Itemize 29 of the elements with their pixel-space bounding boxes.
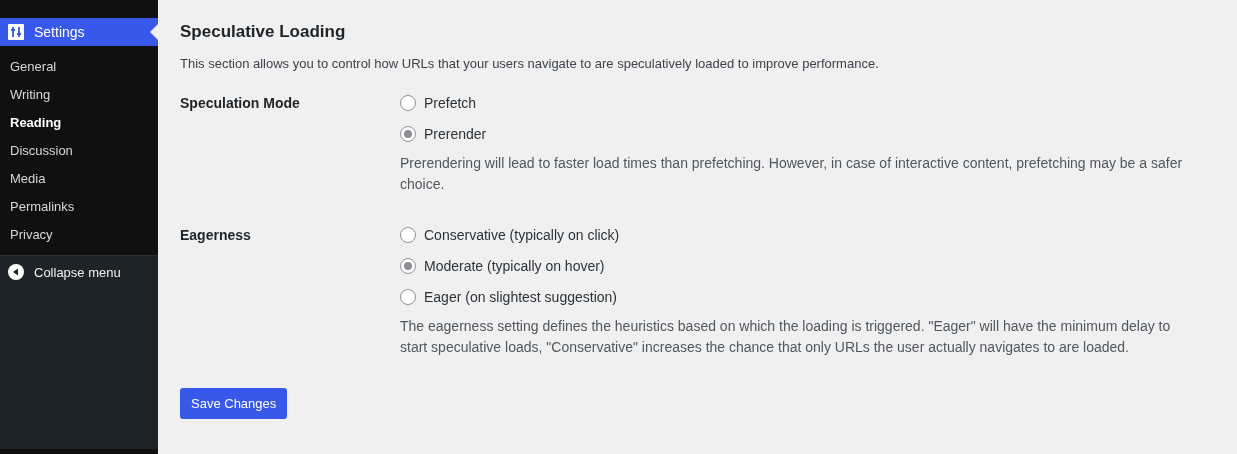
collapse-menu-button[interactable]: Collapse menu [0,256,129,288]
submenu-item[interactable]: Media [0,165,158,193]
help-text: The eagerness setting defines the heuristics based on which the loading is triggered. "Eager" will have the minimum delay to start speculative loads, "Conservative" increases the chance that only URLs the user actually navigates to are loaded. [400,317,1172,357]
radio-button[interactable] [400,226,416,243]
submenu-item[interactable]: Reading [0,109,158,137]
submenu-item[interactable]: General [0,53,158,81]
save-changes-button[interactable]: Save Changes [180,388,288,419]
collapse-icon [8,264,24,280]
submenu-item[interactable]: Permalinks [0,193,158,221]
radio-option[interactable]: Eager (on slightest suggestion) [400,281,617,312]
radio-button[interactable] [400,257,416,274]
radio-option[interactable]: Prerender [400,118,487,149]
section-description: This section allows you to control how URLs that your users navigate to are speculatively loaded to improve performance. [180,56,880,71]
submenu-item[interactable]: Privacy [0,221,158,249]
submenu-item[interactable]: Discussion [0,137,158,165]
radio-button[interactable] [400,94,416,111]
current-pointer-icon [150,24,158,40]
radio-button[interactable] [400,288,416,305]
field-label: Eagerness [180,226,252,245]
radio-button[interactable] [400,125,416,142]
section-title: Speculative Loading [180,22,347,42]
field-label: Speculation Mode [180,94,301,113]
radio-option[interactable]: Prefetch [400,87,477,118]
radio-option[interactable]: Moderate (typically on hover) [400,250,605,281]
radio-option[interactable]: Conservative (typically on click) [400,219,620,250]
sliders-icon [8,24,24,40]
submenu-item[interactable]: Writing [0,81,158,109]
help-text: Prerendering will lead to faster load times than prefetching. However, in case of interactive content, prefetching may be a safer choice. [400,154,1184,194]
settings-menu-item[interactable]: Settings [0,18,158,46]
